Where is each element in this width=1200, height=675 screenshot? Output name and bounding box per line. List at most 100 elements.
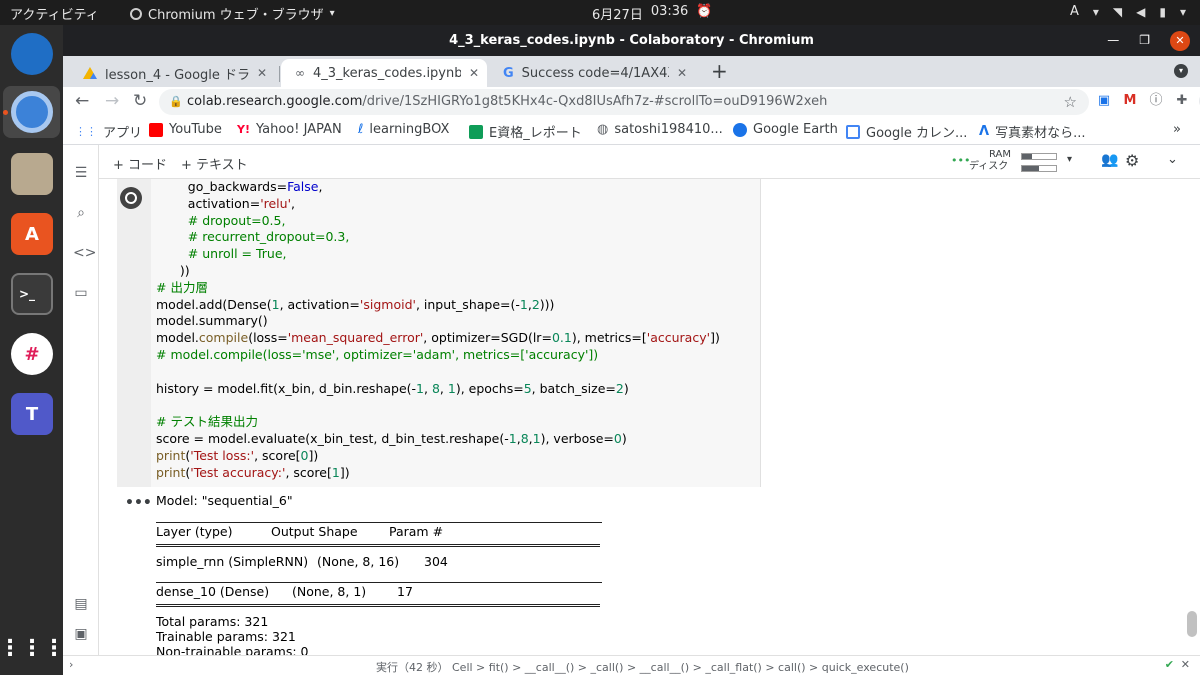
running-indicator [3, 110, 8, 115]
bookmark-youtube[interactable]: YouTube [149, 122, 222, 137]
close-icon[interactable]: ✕ [1181, 658, 1190, 671]
bookmark-photo[interactable]: Λ 写真素材なら... [979, 122, 1085, 141]
bookmark-apps[interactable]: ⋮⋮ アプリ [75, 122, 142, 141]
minimize-icon[interactable]: — [1107, 25, 1119, 56]
colab-icon: ∞ [295, 66, 305, 80]
tab-success-code[interactable]: G Success code=4/1AX4XfW ✕ [489, 59, 695, 87]
system-top-bar: アクティビティ Chromium ウェブ・ブラウザ ▾ 6月27日 03:36 … [0, 0, 1200, 25]
bookmarks-overflow-icon[interactable]: » [1173, 122, 1181, 137]
code-token: print [156, 464, 186, 480]
output-menu-icon[interactable]: ••• [125, 495, 152, 511]
terminal-icon[interactable]: ▣ [73, 626, 89, 642]
code-token: ), metrics=[ [571, 330, 647, 346]
expand-icon[interactable]: › [69, 658, 73, 671]
new-tab-button[interactable]: + [711, 59, 728, 83]
code-token: 0 [613, 430, 622, 446]
add-code-button[interactable]: + コード [113, 154, 167, 173]
code-token: # unroll = True, [187, 246, 287, 262]
clock[interactable]: 6月27日 03:36 ⏰ [592, 4, 712, 23]
close-icon[interactable]: ✕ [257, 66, 267, 80]
code-token: 5 [523, 380, 532, 396]
code-token: , batch_size= [531, 380, 616, 396]
tab-drive[interactable]: lesson_4 - Google ドライブ ✕ [69, 59, 275, 87]
puzzle-icon[interactable]: ✚ [1173, 92, 1191, 110]
code-token: model.summary() [156, 313, 268, 329]
bookmark-google-earth[interactable]: Google Earth [733, 122, 838, 137]
bookmark-learningbox[interactable]: ℓ learningBOX [358, 122, 449, 137]
output-rule [156, 582, 602, 583]
slack-icon[interactable]: # [11, 333, 53, 375]
close-icon[interactable]: ✕ [469, 66, 479, 80]
code-snippets-icon[interactable]: <> [73, 245, 96, 261]
search-icon[interactable]: ⌕ [73, 205, 89, 221]
software-center-icon[interactable]: A [11, 213, 53, 255]
code-token: compile [198, 330, 249, 346]
output-row-shape: (None, 8, 16) [317, 554, 400, 569]
yahoo-icon: Y! [237, 123, 250, 136]
resource-monitor[interactable]: RAM ディスク [969, 149, 1011, 173]
gear-icon[interactable]: ⚙ [1125, 151, 1139, 170]
bookmark-label: Yahoo! JAPAN [255, 122, 342, 137]
output-double-rule [156, 604, 600, 607]
code-editor[interactable]: go_backwards=False, activation='relu', #… [156, 179, 720, 481]
thunderbird-icon[interactable] [11, 33, 53, 75]
bookmark-satoshi[interactable]: ◍ satoshi198410... [597, 122, 723, 137]
run-cell-button[interactable] [120, 187, 142, 209]
forward-button[interactable]: → [105, 91, 119, 111]
share-icon[interactable]: 👥 [1101, 152, 1118, 168]
bookmark-star-icon[interactable]: ☆ [1064, 89, 1077, 115]
input-method-indicator[interactable]: A [1070, 4, 1079, 19]
extension-icon[interactable]: ▣ [1095, 92, 1113, 110]
back-button[interactable]: ← [75, 91, 89, 111]
gmail-icon[interactable]: M [1121, 92, 1139, 110]
chevron-down-icon: ▾ [329, 8, 335, 19]
code-line: go_backwards=False, [156, 179, 720, 196]
chromium-icon[interactable] [11, 91, 53, 133]
tab-colab[interactable]: ∞ 4_3_keras_codes.ipynb - Colaboratory ✕ [281, 59, 487, 87]
code-token: 'Test accuracy:' [190, 464, 286, 480]
command-palette-icon[interactable]: ▤ [73, 596, 89, 612]
dock: A >_ # T ⋮⋮⋮ [0, 25, 65, 675]
show-applications-icon[interactable]: ⋮⋮⋮ [0, 627, 65, 669]
bookmark-label: Google カレン... [866, 126, 968, 141]
code-token: ]) [308, 447, 319, 463]
bookmark-e-report[interactable]: E資格_レポート [469, 122, 582, 141]
tab-search-icon[interactable]: ▾ [1174, 64, 1188, 78]
code-line: print('Test loss:', score[0]) [156, 448, 720, 465]
sheets-icon [469, 124, 483, 139]
window-title: 4_3_keras_codes.ipynb - Colaboratory - C… [449, 33, 814, 48]
tab-label: Success code=4/1AX4XfW [521, 65, 669, 81]
close-icon[interactable]: ✕ [677, 66, 687, 80]
chromium-icon [130, 7, 142, 20]
info-icon[interactable]: ⓘ [1147, 92, 1165, 110]
maximize-icon[interactable]: ❐ [1139, 25, 1150, 56]
bookmark-google-calendar[interactable]: Google カレン... [846, 122, 967, 141]
files-icon[interactable] [11, 153, 53, 195]
collapse-icon[interactable]: ⌄ [1167, 152, 1178, 167]
add-text-button[interactable]: + テキスト [181, 154, 248, 173]
address-host: colab.research.google.com [187, 94, 363, 109]
table-of-contents-icon[interactable]: ☰ [73, 165, 89, 181]
chevron-down-icon[interactable]: ▾ [1067, 154, 1072, 165]
code-token: ), epochs= [455, 380, 524, 396]
folder-icon[interactable]: ▭ [73, 285, 89, 301]
code-token: , [291, 195, 295, 211]
terminal-icon[interactable]: >_ [11, 273, 53, 315]
clock-time: 03:36 [650, 4, 689, 19]
reload-button[interactable]: ↻ [133, 91, 147, 111]
app-menu[interactable]: Chromium ウェブ・ブラウザ ▾ [130, 4, 335, 23]
teams-icon[interactable]: T [11, 393, 53, 435]
address-bar[interactable]: 🔒 colab.research.google.com/drive/1SzHIG… [159, 89, 1089, 115]
close-icon[interactable]: ✕ [1170, 30, 1190, 51]
ram-meter [1021, 153, 1057, 160]
code-line: activation='relu', [156, 196, 720, 213]
code-token: ]) [710, 330, 720, 346]
code-token: 1 [271, 296, 280, 312]
scrollbar-thumb[interactable] [1187, 611, 1197, 637]
status-area[interactable]: A ▾ ◥ ◀ ▮ ▾ [1070, 4, 1186, 19]
bookmark-yahoo[interactable]: Y! Yahoo! JAPAN [237, 122, 342, 137]
colab-sidebar: ☰ ⌕ <> ▭ ▤ ▣ › [63, 145, 99, 665]
activities-button[interactable]: アクティビティ [10, 4, 99, 23]
code-line: # unroll = True, [156, 246, 720, 263]
code-line: # dropout=0.5, [156, 213, 720, 230]
